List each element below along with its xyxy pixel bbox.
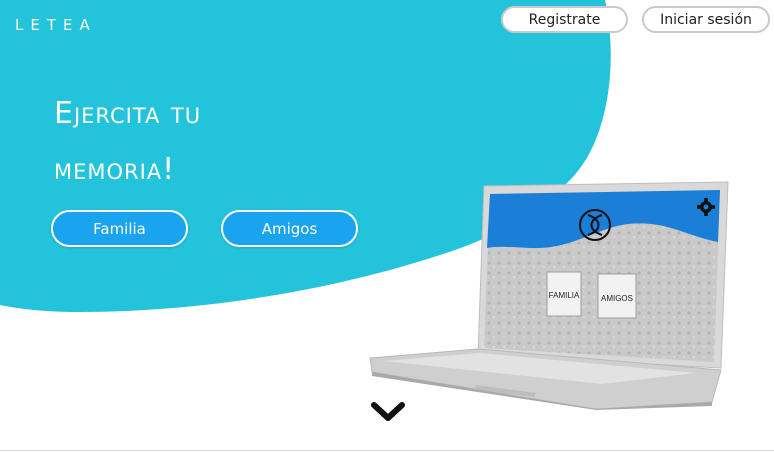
login-button[interactable]: Iniciar sesión: [642, 6, 770, 33]
screen-card-familia-label: FAMILIA: [549, 291, 580, 300]
familia-button[interactable]: Familia: [51, 210, 188, 247]
section-divider: [0, 450, 774, 451]
laptop-illustration: FAMILIA AMIGOS: [369, 181, 729, 410]
hero-headline: Ejercita tu memoria!: [54, 86, 201, 198]
screen-card-amigos-label: AMIGOS: [601, 294, 633, 303]
chevron-down-icon[interactable]: [371, 401, 405, 423]
hero-headline-line2: memoria!: [54, 152, 176, 187]
register-button[interactable]: Registrate: [501, 6, 628, 33]
amigos-button[interactable]: Amigos: [221, 210, 358, 247]
brand-logo[interactable]: LETEA: [15, 16, 97, 34]
hero-headline-line1: Ejercita tu: [54, 96, 202, 131]
